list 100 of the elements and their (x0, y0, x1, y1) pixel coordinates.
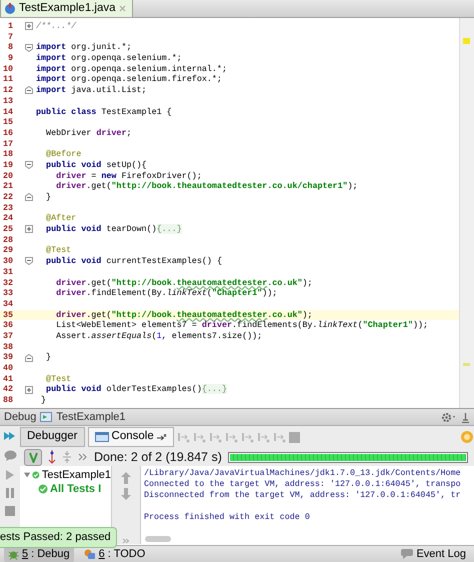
line-number: 18 (2, 149, 13, 160)
sort-icon[interactable] (48, 450, 56, 464)
play-icon[interactable] (5, 470, 15, 480)
pin-arrow-icon (156, 433, 167, 441)
line-number: 42 (2, 384, 13, 396)
test-status: Done: 2 of 2 (19.847 s) (94, 448, 222, 466)
expand-icon[interactable] (25, 386, 33, 394)
line-number: 31 (2, 266, 13, 278)
code-line: import java.util.List; (36, 85, 147, 96)
code-line: List<WebElement> elements7 = driver.findElements(By.linkText("Chapter1")); (55, 320, 428, 331)
code-line: @Test (45, 374, 72, 384)
line-number: 28 (2, 234, 13, 246)
more-icon[interactable] (78, 453, 88, 461)
line-number: 7 (6, 32, 13, 42)
collapse-icon[interactable] (25, 161, 33, 170)
expand-icon[interactable] (25, 225, 33, 234)
collapse-all-icon[interactable] (62, 450, 72, 464)
class-icon (4, 2, 16, 14)
code-line: driver = new FirefoxDriver(); (55, 170, 202, 182)
line-number: 16 (2, 128, 13, 139)
passed-icon (32, 470, 40, 480)
collapse-icon[interactable] (25, 257, 33, 266)
line-number: 24 (2, 213, 13, 224)
step-icon[interactable] (272, 430, 286, 444)
code-line: } (45, 192, 52, 203)
speech-bubble-icon (401, 549, 414, 559)
scrollbar-thumb[interactable] (145, 536, 171, 542)
code-line: driver.findElement(By.linkText("Chapter1")); (55, 288, 278, 299)
line-number: 15 (2, 117, 13, 128)
console-icon (94, 432, 109, 442)
settings-icon[interactable] (441, 412, 457, 422)
code-line: public void tearDown(){...} (45, 224, 182, 235)
line-number: 19 (2, 160, 13, 171)
bug-icon (8, 548, 19, 560)
stop-icon[interactable] (288, 432, 300, 442)
step-icon[interactable] (224, 430, 238, 444)
code-line: Assert.assertEquals(1, elements7.size()); (55, 330, 262, 342)
line-number: 21 (2, 181, 13, 192)
warning-marker (463, 363, 470, 366)
collapse-icon[interactable] (25, 86, 33, 94)
up-arrow-icon[interactable] (121, 472, 131, 484)
line-number: 23 (2, 202, 13, 214)
tree-item[interactable]: All Tests I (50, 480, 102, 498)
collapse-icon[interactable] (25, 193, 33, 202)
line-number: 32 (2, 278, 13, 288)
code-line: @Test (45, 245, 72, 256)
line-number: 12 (2, 85, 13, 96)
line-number: 11 (2, 74, 13, 86)
code-line: driver.get("http://book.theautomatedtester.co.uk"); (55, 278, 312, 288)
pause-icon[interactable] (5, 488, 15, 498)
code-line: public void currentTestExamples() { (45, 256, 222, 267)
line-number: 88 (2, 395, 13, 406)
line-number: 9 (6, 53, 13, 64)
passed-icon (38, 484, 48, 494)
line-number: 25 (2, 224, 13, 235)
line-number: 8 (6, 42, 13, 54)
down-arrow-icon[interactable] (121, 488, 131, 500)
code-line: import org.openqa.selenium.firefox.*; (36, 74, 222, 86)
code-line: @After (45, 213, 76, 224)
expand-icon[interactable] (25, 22, 33, 30)
line-number: 22 (2, 192, 13, 203)
editor-tab[interactable]: TestExample1.java (0, 0, 133, 18)
panel-title: Debug (4, 410, 36, 425)
console-output: /Library/Java/JavaVirtualMachines/jdk1.7.0_13.jdk/Contents/Home Connected to the target VM, address: '127.0.0.1:64045', transpo Disconnected from the target VM, address: '127.0.0.1:64045', tr Process finished with exit code 0 (140, 466, 474, 544)
step-icon[interactable] (176, 430, 190, 444)
run-config-icon (40, 412, 52, 422)
speech-bubble-icon[interactable] (4, 450, 16, 462)
tree-item[interactable]: TestExample1 (42, 466, 111, 484)
line-number: 1 (6, 21, 13, 32)
code-line: driver.get("http://book.theautomatedtester.co.uk"); (55, 310, 312, 320)
coverage-icon[interactable] (460, 430, 474, 444)
tool-window-button[interactable]: 6 : TODO (80, 546, 150, 562)
todo-icon (84, 548, 96, 560)
debug-tab[interactable]: Console (88, 427, 174, 447)
line-number: 33 (2, 288, 13, 299)
pin-icon[interactable] (461, 412, 470, 422)
code-line: import org.junit.*; (36, 42, 132, 54)
debug-tab[interactable]: Debugger (20, 427, 85, 447)
collapse-icon[interactable] (25, 44, 33, 52)
more-icon[interactable] (122, 538, 130, 544)
line-number: 29 (2, 245, 13, 256)
code-line: } (40, 395, 46, 406)
step-icon[interactable] (192, 430, 206, 444)
expand-triangle-icon[interactable] (24, 471, 30, 479)
step-icon[interactable] (256, 430, 270, 444)
code-line: } (45, 352, 52, 363)
resume-icon[interactable] (3, 430, 17, 442)
step-icon[interactable] (208, 430, 222, 444)
line-number: 35 (2, 310, 13, 320)
line-number: 34 (2, 298, 13, 310)
code-line: public void olderTestExamples(){...} (46, 384, 228, 396)
code-line: @Before (45, 149, 82, 160)
show-passed-toggle[interactable] (24, 448, 42, 466)
line-number: 20 (2, 170, 13, 182)
collapse-icon[interactable] (25, 354, 33, 362)
step-icon[interactable] (240, 430, 254, 444)
line-number: 36 (2, 320, 13, 331)
line-number: 17 (2, 138, 13, 150)
close-icon[interactable] (118, 5, 126, 12)
event-log-button[interactable]: Event Log (397, 546, 470, 562)
